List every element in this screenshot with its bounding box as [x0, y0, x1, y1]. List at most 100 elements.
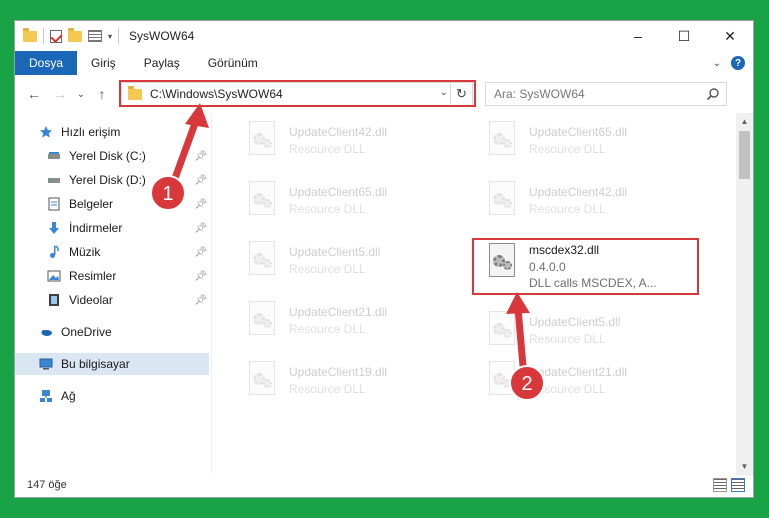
computer-icon [39, 358, 53, 370]
dll-file-icon [485, 311, 521, 355]
file-item[interactable]: UpdateClient65.dll Resource DLL [235, 177, 455, 231]
file-item[interactable]: UpdateClient5.dll Resource DLL [235, 237, 455, 291]
sidebar-item-this-pc[interactable]: Bu bilgisayar [15, 353, 209, 375]
tiles-view-icon[interactable] [731, 478, 745, 492]
file-item[interactable]: UpdateClient5.dll Resource DLL [475, 307, 695, 361]
sidebar-item-documents[interactable]: Belgeler 📌︎ [15, 193, 209, 215]
sidebar-item-music[interactable]: Müzik 📌︎ [15, 241, 209, 263]
search-icon [706, 88, 719, 101]
sidebar-item-onedrive[interactable]: OneDrive [15, 321, 209, 343]
item-count: 147 öğe [27, 479, 67, 491]
pictures-icon [47, 270, 61, 282]
up-button[interactable]: ↑ [91, 83, 113, 105]
file-item[interactable]: UpdateClient65.dll Resource DLL [475, 117, 695, 171]
sidebar-item-quick-access[interactable]: Hızlı erişim [15, 121, 209, 143]
dll-file-icon [245, 301, 281, 345]
dll-file-icon [485, 181, 521, 225]
sidebar-item-local-disk-c[interactable]: Yerel Disk (C:) 📌︎ [15, 145, 209, 167]
close-button[interactable]: ✕ [707, 21, 753, 51]
file-item[interactable]: UpdateClient21.dll Resource DLL [475, 357, 695, 411]
search-placeholder: Ara: SysWOW64 [494, 87, 585, 101]
forward-button[interactable]: → [49, 83, 71, 105]
sidebar-item-network[interactable]: Ağ [15, 385, 209, 407]
sidebar-item-label: Yerel Disk (C:) [69, 149, 146, 163]
properties-check-icon[interactable] [50, 29, 62, 43]
file-item[interactable]: UpdateClient42.dll Resource DLL [475, 177, 695, 231]
title-bar: ▾ SysWOW64 – ☐ ✕ [15, 21, 753, 51]
sidebar-item-label: Hızlı erişim [61, 125, 121, 139]
sidebar-item-local-disk-d[interactable]: Yerel Disk (D:) 📌︎ [15, 169, 209, 191]
maximize-button[interactable]: ☐ [661, 21, 707, 51]
drive-icon [48, 152, 60, 159]
tab-home[interactable]: Giriş [77, 51, 130, 75]
expand-ribbon-icon[interactable]: ⌄ [713, 58, 721, 69]
dll-file-icon [485, 121, 521, 165]
window-title: SysWOW64 [129, 29, 195, 43]
sidebar-item-label: Belgeler [69, 197, 114, 211]
file-name: UpdateClient42.dll [529, 185, 628, 199]
file-name: UpdateClient65.dll [529, 125, 628, 139]
file-name: UpdateClient21.dll [529, 365, 628, 379]
pane-divider[interactable] [211, 113, 212, 473]
file-description: Resource DLL [529, 142, 606, 156]
tab-file[interactable]: Dosya [15, 51, 78, 75]
details-view-icon[interactable] [713, 478, 727, 492]
recent-locations-button[interactable]: ⌄ [75, 83, 87, 105]
search-input[interactable]: Ara: SysWOW64 [485, 82, 727, 106]
properties-list-icon[interactable] [88, 30, 102, 42]
pin-icon[interactable]: 📌︎ [194, 175, 207, 186]
tab-share[interactable]: Paylaş [130, 51, 194, 75]
help-icon[interactable]: ? [731, 56, 745, 70]
pin-icon[interactable]: 📌︎ [194, 295, 207, 306]
explorer-window: ▾ SysWOW64 – ☐ ✕ Dosya Giriş Paylaş Görü… [14, 20, 754, 498]
file-description: Resource DLL [529, 382, 606, 396]
file-description: Resource DLL [529, 202, 606, 216]
new-folder-icon[interactable] [68, 27, 82, 42]
vertical-scrollbar[interactable]: ▲ ▼ [736, 113, 753, 475]
tab-view[interactable]: Görünüm [194, 51, 272, 75]
scroll-thumb[interactable] [739, 131, 750, 179]
sidebar-item-label: İndirmeler [69, 221, 123, 235]
sidebar-item-label: Müzik [69, 245, 101, 259]
network-icon [40, 390, 52, 402]
file-description: Resource DLL [529, 332, 606, 346]
sidebar-item-label: Videolar [69, 293, 113, 307]
file-description: Resource DLL [289, 322, 366, 336]
file-name: UpdateClient19.dll [289, 365, 388, 379]
file-highlight-box [472, 238, 699, 295]
dll-file-icon [245, 361, 281, 405]
folder-icon[interactable] [23, 27, 37, 42]
sidebar-item-pictures[interactable]: Resimler 📌︎ [15, 265, 209, 287]
minimize-button[interactable]: – [615, 21, 661, 51]
pin-icon[interactable]: 📌︎ [194, 199, 207, 210]
pin-icon[interactable]: 📌︎ [194, 151, 207, 162]
download-icon [49, 222, 59, 234]
address-highlight-box [119, 80, 476, 107]
file-description: Resource DLL [289, 202, 366, 216]
customize-toolbar-icon[interactable]: ▾ [108, 32, 112, 41]
file-item[interactable]: UpdateClient19.dll Resource DLL [235, 357, 455, 411]
sidebar-item-downloads[interactable]: İndirmeler 📌︎ [15, 217, 209, 239]
ribbon-right: ⌄ ? [713, 51, 745, 75]
separator [43, 28, 44, 44]
sidebar-item-videos[interactable]: Videolar 📌︎ [15, 289, 209, 311]
cloud-icon [41, 330, 52, 336]
view-buttons [713, 478, 745, 492]
file-item[interactable]: UpdateClient21.dll Resource DLL [235, 297, 455, 351]
sidebar-item-label: OneDrive [61, 325, 112, 339]
sidebar-item-label: Resimler [69, 269, 117, 283]
scroll-up-icon[interactable]: ▲ [736, 113, 753, 130]
separator [118, 28, 120, 44]
nav-buttons: ← → ⌄ ↑ [23, 83, 113, 105]
file-name: UpdateClient5.dll [289, 245, 381, 259]
pin-icon[interactable]: 📌︎ [194, 247, 207, 258]
back-button[interactable]: ← [23, 83, 45, 105]
file-item[interactable]: UpdateClient42.dll Resource DLL [235, 117, 455, 171]
pin-icon[interactable]: 📌︎ [194, 271, 207, 282]
sidebar-item-label: Bu bilgisayar [61, 357, 130, 371]
pin-icon[interactable]: 📌︎ [194, 223, 207, 234]
navigation-pane: Hızlı erişim Yerel Disk (C:) 📌︎ Yerel Di… [15, 113, 211, 463]
star-icon [40, 126, 52, 138]
file-description: Resource DLL [289, 262, 366, 276]
dll-file-icon [245, 181, 281, 225]
